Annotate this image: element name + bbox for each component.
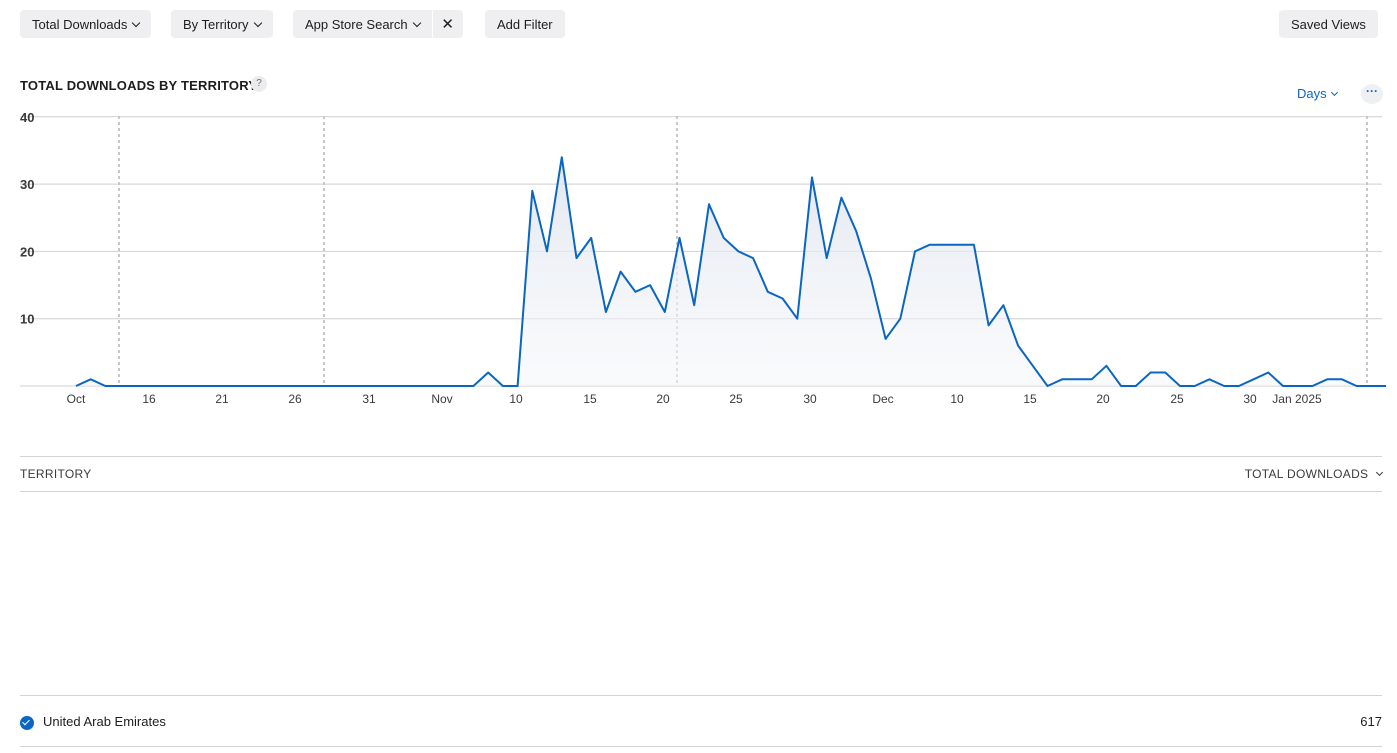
row-bottom-rule (20, 746, 1382, 747)
x-tick-label: Jan 2025 (1272, 392, 1322, 406)
x-tick-label: 30 (1243, 392, 1257, 406)
measure-dropdown[interactable]: Total Downloads (20, 10, 152, 38)
chevron-down-icon (132, 18, 141, 27)
filter-chip[interactable]: App Store Search ✕ (293, 10, 463, 38)
x-tick-label: 15 (1023, 392, 1037, 406)
downloads-line-chart: 10 20 30 40 Oct 16 21 26 31 Nov 10 15 20 25 30 Dec 10 15 2… (20, 110, 1387, 406)
x-tick-label: 31 (362, 392, 376, 406)
y-tick-label: 30 (20, 177, 34, 192)
x-tick-label: 25 (1170, 392, 1184, 406)
close-icon[interactable]: ✕ (433, 15, 463, 33)
filter-label: App Store Search (305, 16, 408, 32)
more-options-icon[interactable]: ··· (1361, 84, 1383, 104)
chevron-down-icon (412, 18, 421, 27)
x-tick-label: 15 (583, 392, 597, 406)
measure-label: Total Downloads (32, 16, 128, 32)
downloads-cell: 617 (1360, 714, 1382, 729)
checkbox-checked-icon[interactable] (20, 716, 34, 730)
x-tick-label: 10 (950, 392, 964, 406)
x-tick-label: 10 (509, 392, 523, 406)
granularity-dropdown[interactable]: Days (1297, 86, 1338, 101)
x-tick-label: Dec (872, 392, 893, 406)
row-top-rule (20, 695, 1382, 696)
saved-views-button[interactable]: Saved Views (1279, 10, 1378, 38)
table-header-rule (20, 491, 1382, 492)
group-by-dropdown[interactable]: By Territory (171, 10, 273, 38)
territory-cell: United Arab Emirates (43, 714, 166, 729)
granularity-label: Days (1297, 86, 1327, 101)
chart-title: TOTAL DOWNLOADS BY TERRITORY (20, 78, 258, 93)
x-tick-label: Nov (431, 392, 452, 406)
downloads-column-label: TOTAL DOWNLOADS (1244, 467, 1369, 481)
chevron-down-icon (253, 18, 262, 27)
x-tick-label: 25 (729, 392, 743, 406)
y-tick-label: 40 (20, 110, 34, 125)
x-tick-label: 20 (656, 392, 670, 406)
table-top-rule (20, 456, 1382, 457)
downloads-column-header[interactable]: TOTAL DOWNLOADS (1244, 467, 1384, 481)
add-filter-button[interactable]: Add Filter (485, 10, 565, 38)
chevron-down-icon (1375, 468, 1384, 477)
x-tick-label: 26 (288, 392, 302, 406)
group-by-label: By Territory (183, 16, 249, 32)
x-tick-label: 16 (142, 392, 156, 406)
x-tick-label: 20 (1096, 392, 1110, 406)
chevron-down-icon (1330, 88, 1338, 96)
help-icon[interactable]: ? (251, 76, 267, 92)
y-tick-label: 10 (20, 312, 34, 327)
series-area-fill (76, 157, 1387, 386)
territory-column-header[interactable]: TERRITORY (20, 467, 92, 481)
x-tick-label: 30 (803, 392, 817, 406)
y-tick-label: 20 (20, 244, 34, 259)
x-tick-label: Oct (67, 392, 86, 406)
x-tick-label: 21 (215, 392, 229, 406)
